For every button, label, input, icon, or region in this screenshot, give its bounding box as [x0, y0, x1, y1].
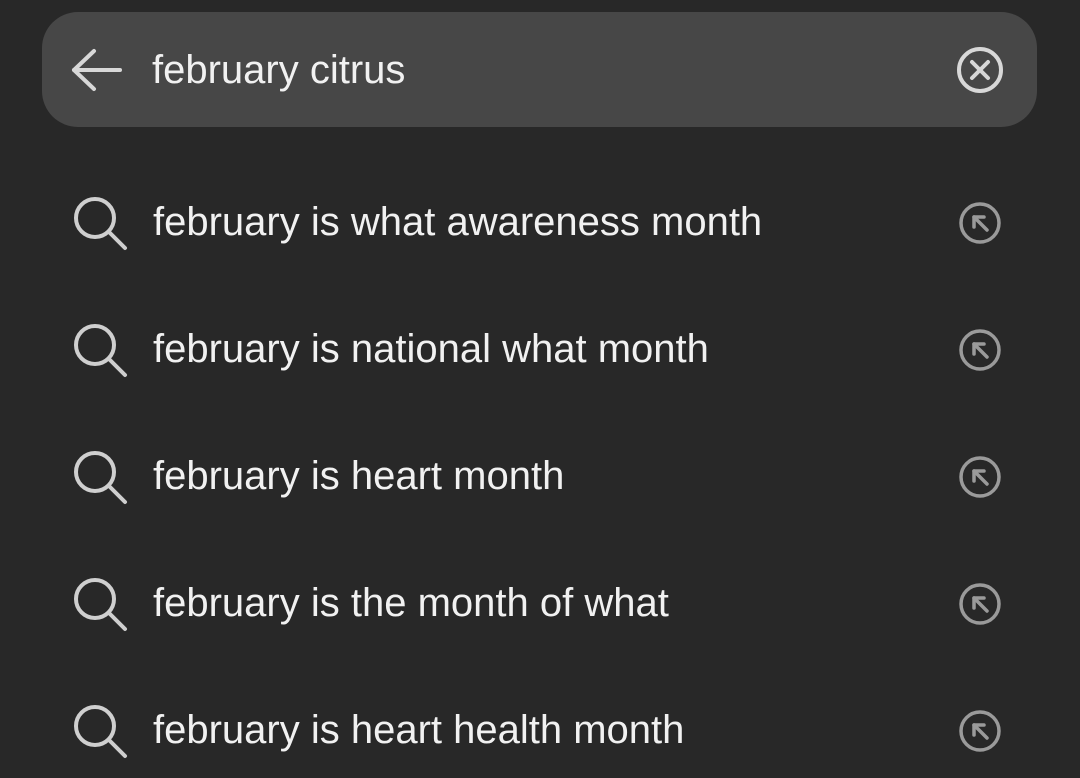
- fill-query-arrow-icon: [959, 202, 1001, 244]
- fill-query-arrow-icon: [959, 710, 1001, 752]
- clear-circle-icon: [957, 47, 1003, 93]
- search-bar: [42, 12, 1037, 127]
- fill-query-button[interactable]: [954, 578, 1006, 630]
- suggestion-text: february is national what month: [153, 327, 709, 371]
- suggestion-text: february is the month of what: [153, 581, 669, 625]
- fill-query-button[interactable]: [954, 451, 1006, 503]
- fill-query-arrow-icon: [959, 583, 1001, 625]
- search-icon: [74, 578, 127, 631]
- clear-button[interactable]: [952, 42, 1008, 98]
- fill-query-arrow-icon: [959, 329, 1001, 371]
- fill-query-arrow-icon: [959, 456, 1001, 498]
- suggestion-text: february is what awareness month: [153, 200, 763, 244]
- fill-query-button[interactable]: [954, 197, 1006, 249]
- search-icon: [74, 197, 127, 250]
- suggestion-item[interactable]: february is heart month: [0, 413, 1080, 540]
- fill-query-button[interactable]: [954, 705, 1006, 757]
- arrow-left-icon: [72, 49, 122, 91]
- suggestion-list: february is what awareness month februar…: [0, 159, 1080, 778]
- suggestion-text: february is heart month: [153, 454, 565, 498]
- suggestion-item[interactable]: february is heart health month: [0, 667, 1080, 778]
- search-icon: [74, 451, 127, 504]
- suggestion-item[interactable]: february is national what month: [0, 286, 1080, 413]
- search-icon: [74, 324, 127, 377]
- suggestion-text: february is heart health month: [153, 708, 685, 752]
- fill-query-button[interactable]: [954, 324, 1006, 376]
- suggestion-item[interactable]: february is the month of what: [0, 540, 1080, 667]
- back-button[interactable]: [66, 40, 126, 100]
- search-screen: february is what awareness month februar…: [0, 0, 1080, 778]
- search-icon: [74, 705, 127, 758]
- search-input[interactable]: [152, 42, 912, 98]
- suggestion-item[interactable]: february is what awareness month: [0, 159, 1080, 286]
